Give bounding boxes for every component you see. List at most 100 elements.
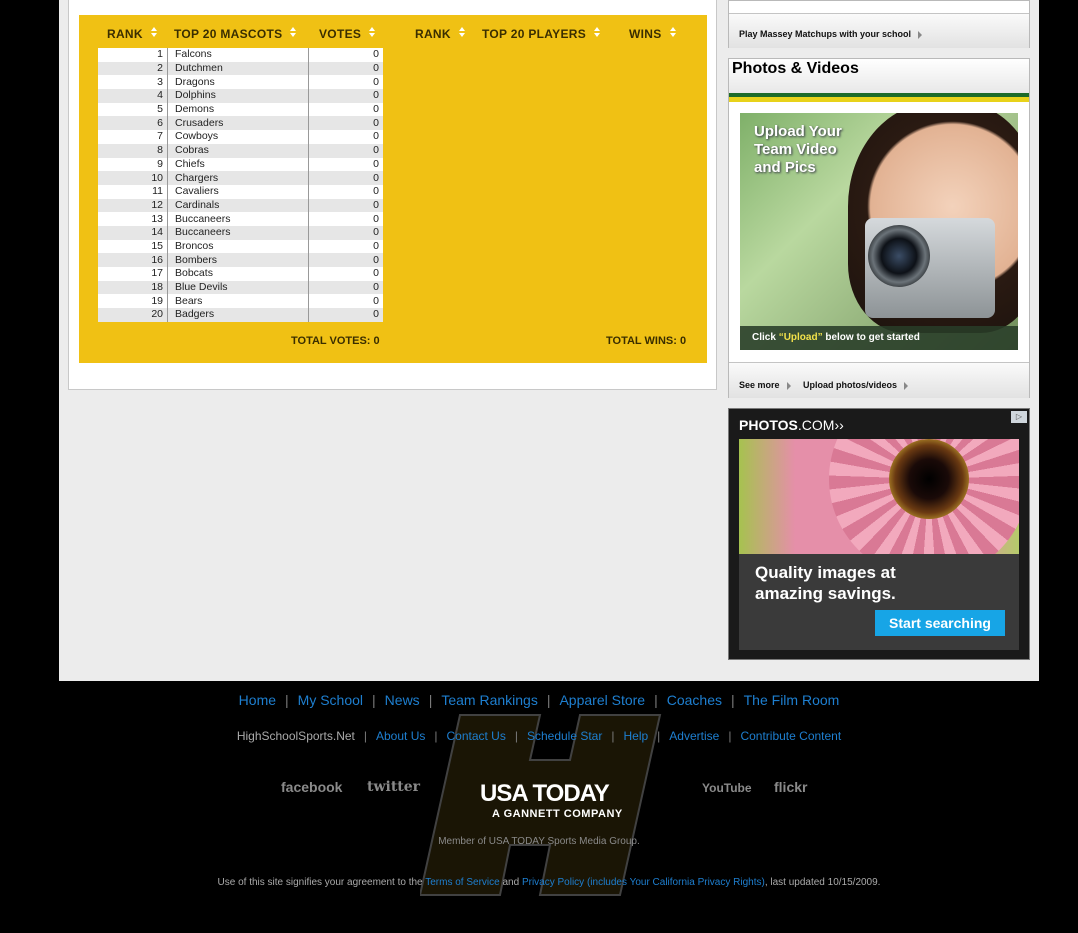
flickr-link[interactable]: flickr: [774, 779, 807, 795]
votes-cell: 0: [308, 212, 383, 226]
rank-cell: 12: [98, 198, 168, 213]
nav-separator: |: [730, 692, 735, 708]
votes-cell: 0: [308, 102, 383, 117]
mascot-name-cell[interactable]: Bobcats: [167, 267, 309, 281]
votes-cell: 0: [308, 267, 383, 281]
votes-cell: 0: [308, 225, 383, 240]
mascot-name-cell[interactable]: Buccaneers: [167, 212, 309, 226]
rank-cell: 18: [98, 280, 168, 295]
see-more-link[interactable]: See more: [739, 380, 791, 390]
table-row: 14 Buccaneers 0: [98, 225, 383, 240]
footer-secondary-link[interactable]: Schedule Star: [527, 729, 602, 743]
usa-today-logo[interactable]: USA TODAY: [480, 780, 610, 808]
mascot-name-cell[interactable]: Crusaders: [167, 116, 309, 131]
mascot-name-cell[interactable]: Badgers: [167, 308, 309, 322]
votes-cell: 0: [308, 75, 383, 90]
footer-nav-link[interactable]: Team Rankings: [441, 692, 538, 708]
facebook-link[interactable]: facebook: [281, 779, 342, 795]
legal-text: Use of this site signifies your agreemen…: [0, 877, 1078, 888]
votes-header[interactable]: VOTES: [319, 26, 376, 41]
footer-nav-link[interactable]: Home: [239, 692, 276, 708]
mascot-name-cell[interactable]: Dutchmen: [167, 61, 309, 76]
mascot-name-cell[interactable]: Cardinals: [167, 198, 309, 213]
nav-separator: |: [434, 729, 438, 743]
upload-instruction: Click “Upload” below to get started: [740, 326, 1018, 350]
votes-cell: 0: [308, 294, 383, 309]
nav-separator: |: [428, 692, 433, 708]
mascot-name-cell[interactable]: Dolphins: [167, 89, 309, 103]
votes-cell: 0: [308, 143, 383, 158]
mascot-name-cell[interactable]: Demons: [167, 102, 309, 117]
upload-headline: Upload Your Team Video and Pics: [754, 123, 842, 177]
legal-and: and: [499, 877, 522, 888]
massey-link[interactable]: Play Massey Matchups with your school: [729, 13, 1029, 48]
votes-cell: 0: [308, 89, 383, 103]
upload-promo-image[interactable]: Upload Your Team Video and Pics Click “U…: [740, 113, 1018, 350]
rank-cell: 9: [98, 157, 168, 172]
photos-com-ad[interactable]: ▷ PHOTOS.COM›› Quality images at amazing…: [728, 408, 1030, 660]
players-header[interactable]: TOP 20 PLAYERS: [482, 26, 601, 41]
footer-secondary-link[interactable]: Advertise: [669, 729, 719, 743]
votes-cell: 0: [308, 253, 383, 267]
footer-secondary-link[interactable]: Contribute Content: [740, 729, 841, 743]
votes-cell: 0: [308, 184, 383, 199]
nav-separator: |: [363, 729, 367, 743]
votes-cell: 0: [308, 130, 383, 144]
footer-secondary-nav: HighSchoolSports.Net | About Us | Contact Us…: [0, 729, 1078, 743]
rank-header-label: RANK: [107, 27, 143, 41]
wins-header[interactable]: WINS: [629, 26, 677, 41]
table-row: 16 Bombers 0: [98, 253, 383, 267]
mascot-name-cell[interactable]: Bears: [167, 294, 309, 309]
ad-tagline-line: Quality images at: [755, 563, 896, 582]
mascot-name-cell[interactable]: Chiefs: [167, 157, 309, 172]
footer-nav-link[interactable]: My School: [298, 692, 363, 708]
headline-line: Team Video: [754, 141, 837, 158]
table-row: 17 Bobcats 0: [98, 267, 383, 281]
rank-cell: 4: [98, 89, 168, 103]
total-votes: TOTAL VOTES: 0: [291, 335, 380, 347]
mascot-name-cell[interactable]: Cobras: [167, 143, 309, 158]
camera-lens: [868, 225, 930, 287]
rank-cell: 16: [98, 253, 168, 267]
arrow-right-icon: [786, 381, 791, 390]
nav-separator: |: [514, 729, 518, 743]
table-row: 11 Cavaliers 0: [98, 184, 383, 199]
upload-link-label: Upload photos/videos: [803, 380, 898, 390]
privacy-link[interactable]: Privacy Policy (includes Your California…: [522, 877, 765, 888]
site-name: HighSchoolSports.Net: [236, 729, 355, 743]
mascot-name-cell[interactable]: Bombers: [167, 253, 309, 267]
rank-cell: 11: [98, 184, 168, 199]
total-wins: TOTAL WINS: 0: [606, 335, 687, 347]
terms-link[interactable]: Terms of Service: [425, 877, 499, 888]
mascot-name-cell[interactable]: Falcons: [167, 48, 309, 62]
footer-secondary-link[interactable]: About Us: [376, 729, 425, 743]
rank-cell: 6: [98, 116, 168, 131]
footer-nav-link[interactable]: The Film Room: [744, 692, 840, 708]
rank-cell: 7: [98, 130, 168, 144]
twitter-link[interactable]: twitter: [367, 779, 420, 795]
mascot-name-cell[interactable]: Blue Devils: [167, 280, 309, 295]
footer-secondary-link[interactable]: Contact Us: [446, 729, 505, 743]
rank-header-players[interactable]: RANK: [415, 26, 466, 41]
footer-nav-link[interactable]: Apparel Store: [559, 692, 645, 708]
rank-header-mascots[interactable]: RANK: [107, 26, 158, 41]
mascot-name-cell[interactable]: Cowboys: [167, 130, 309, 144]
start-searching-button[interactable]: Start searching: [875, 610, 1005, 636]
mascot-name-cell[interactable]: Broncos: [167, 239, 309, 254]
table-row: 20 Badgers 0: [98, 308, 383, 322]
footer-nav-link[interactable]: Coaches: [667, 692, 722, 708]
youtube-link[interactable]: YouTube: [702, 781, 752, 795]
footer-main-nav: Home | My School | News | Team Rankings | Appare…: [0, 692, 1078, 708]
mascot-name-cell[interactable]: Chargers: [167, 171, 309, 185]
mascot-name-cell[interactable]: Buccaneers: [167, 225, 309, 240]
upload-photos-link[interactable]: Upload photos/videos: [803, 380, 909, 390]
mascots-header[interactable]: TOP 20 MASCOTS: [174, 26, 297, 41]
footer-secondary-link[interactable]: Help: [623, 729, 648, 743]
photos-videos-box: Photos & Videos Upload Your Team Video a…: [728, 58, 1030, 398]
mascot-name-cell[interactable]: Cavaliers: [167, 184, 309, 199]
flower-center: [889, 439, 969, 519]
mascot-name-cell[interactable]: Dragons: [167, 75, 309, 90]
table-row: 19 Bears 0: [98, 294, 383, 309]
adchoices-icon[interactable]: ▷: [1011, 411, 1027, 423]
footer-nav-link[interactable]: News: [385, 692, 420, 708]
